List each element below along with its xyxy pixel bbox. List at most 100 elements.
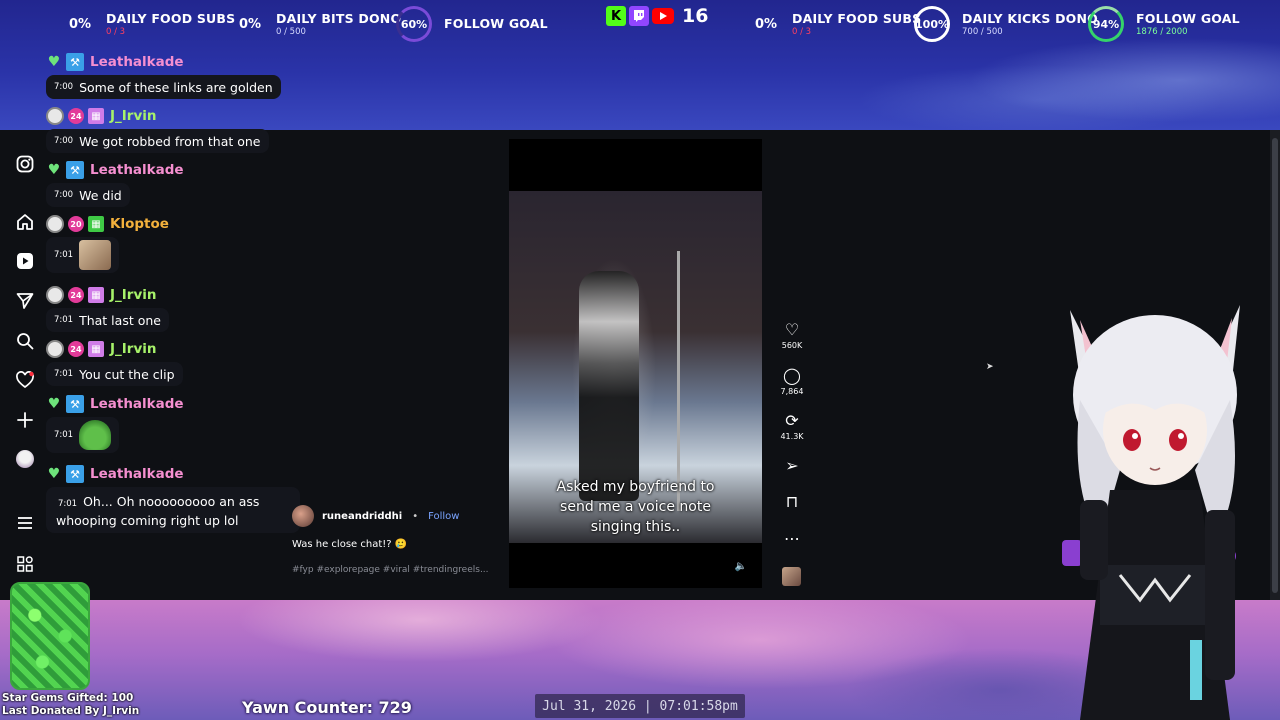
chat-bubble: 7:01 Oh... Oh nooooooooo an ass whooping … bbox=[46, 487, 300, 533]
goal-follow-right: 94% FOLLOW GOAL 1876 / 2000 bbox=[1088, 6, 1240, 42]
heart-badge-icon: ♥ bbox=[47, 54, 61, 70]
chat-username: Kloptoe bbox=[110, 216, 169, 232]
goal-ring: 94% bbox=[1088, 6, 1124, 42]
repost-button[interactable]: ⟳ 41.3K bbox=[776, 411, 808, 441]
heart-badge-icon: ♥ bbox=[47, 396, 61, 412]
chat-bubble: 7:01 bbox=[46, 237, 120, 273]
chat-text: That last one bbox=[79, 312, 161, 328]
chat-bubble: 7:00 We got robbed from that one bbox=[46, 129, 269, 153]
chat-message: 24 ▦ J_Irvin 7:00 We got robbed from tha… bbox=[46, 107, 269, 153]
chat-bubble: 7:00 Some of these links are golden bbox=[46, 75, 281, 99]
like-count: 560K bbox=[781, 341, 803, 350]
chat-username: J_Irvin bbox=[110, 108, 157, 124]
goal-progress: 0 / 3 bbox=[792, 27, 812, 37]
author-avatar[interactable] bbox=[292, 505, 314, 527]
post-author: runeandriddhi • Follow bbox=[292, 505, 459, 527]
pepe-emote-icon bbox=[79, 420, 112, 450]
twitch-glyph bbox=[634, 10, 644, 22]
heart-icon[interactable] bbox=[14, 369, 36, 391]
reel-video-frame[interactable]: Asked my boyfriend to send me a voice no… bbox=[509, 191, 762, 543]
goal-percent: 0% bbox=[754, 16, 778, 32]
viewer-count: 16 bbox=[682, 5, 709, 27]
chat-username: Leathalkade bbox=[90, 162, 184, 178]
menu-icon[interactable] bbox=[14, 512, 36, 534]
goal-daily-bits-dono: 0% DAILY BITS DONO 0 / 500 bbox=[230, 6, 401, 42]
goal-daily-kicks-dono: 100% DAILY KICKS DONO 700 / 500 bbox=[914, 6, 1098, 42]
mouse-cursor-icon: ➤ bbox=[986, 362, 994, 372]
goal-ring: 100% bbox=[914, 6, 950, 42]
subscriber-badge-icon: 24 bbox=[68, 341, 84, 357]
comment-button[interactable]: ◯ 7,864 bbox=[776, 366, 808, 396]
hammer-badge-icon: ⚒ bbox=[66, 395, 84, 413]
sub-months: 24 bbox=[70, 290, 82, 300]
send-icon[interactable] bbox=[14, 290, 36, 312]
goal-percent: 0% bbox=[238, 16, 262, 32]
follow-button[interactable]: Follow bbox=[428, 511, 459, 522]
last-donated-text: Last Donated By J_Irvin bbox=[2, 705, 140, 717]
plus-icon[interactable] bbox=[14, 409, 36, 431]
date-time-clock: Jul 31, 2026 | 07:01:58pm bbox=[535, 694, 745, 718]
youtube-play-glyph bbox=[660, 12, 667, 20]
chat-bubble: 7:01 That last one bbox=[46, 308, 169, 332]
spiral-badge-icon bbox=[46, 286, 64, 304]
goal-ring: 60% bbox=[396, 6, 432, 42]
profile-icon[interactable] bbox=[14, 448, 36, 470]
audio-thumbnail[interactable] bbox=[782, 567, 801, 586]
hammer-badge-icon: ⚒ bbox=[66, 53, 84, 71]
gift-badge-icon: ▦ bbox=[88, 341, 104, 357]
chat-username: J_Irvin bbox=[110, 287, 157, 303]
save-button[interactable]: ⊓ bbox=[776, 492, 808, 512]
chat-timestamp: 7:01 bbox=[54, 250, 74, 260]
kick-icon: K bbox=[606, 6, 626, 26]
chat-timestamp: 7:00 bbox=[54, 136, 74, 146]
more-icon: ⋯ bbox=[784, 529, 800, 548]
gift-badge-icon: ▦ bbox=[88, 287, 104, 303]
goal-title: DAILY BITS DONO bbox=[276, 11, 402, 26]
star-gem-jar bbox=[10, 582, 90, 690]
post-hashtags[interactable]: #fyp #explorepage #viral #trendingreels.… bbox=[292, 565, 489, 575]
goal-follow-left: 60% FOLLOW GOAL bbox=[396, 6, 548, 42]
author-name[interactable]: runeandriddhi bbox=[322, 511, 402, 522]
goal-progress: 0 / 500 bbox=[276, 27, 306, 37]
gems-gifted-text: Star Gems Gifted: 100 bbox=[2, 692, 134, 704]
subscriber-badge-icon: 20 bbox=[68, 216, 84, 232]
chat-text: We did bbox=[79, 187, 122, 203]
instagram-icon[interactable] bbox=[14, 153, 36, 175]
heart-badge-icon: ♥ bbox=[47, 162, 61, 178]
gift-badge-icon: ▦ bbox=[88, 108, 104, 124]
goal-title: FOLLOW GOAL bbox=[444, 16, 548, 31]
chat-message: ♥ ⚒ Leathalkade 7:00 We did bbox=[46, 161, 184, 207]
more-options-button[interactable]: ⋯ bbox=[776, 529, 808, 549]
yawn-counter: Yawn Counter: 729 bbox=[242, 698, 412, 717]
share-button[interactable]: ➢ bbox=[776, 456, 808, 476]
goal-title: DAILY FOOD SUBS bbox=[792, 11, 922, 26]
chat-username: J_Irvin bbox=[110, 341, 157, 357]
repost-icon: ⟳ bbox=[785, 411, 799, 430]
chat-username: Leathalkade bbox=[90, 54, 184, 70]
hammer-badge-icon: ⚒ bbox=[66, 465, 84, 483]
chat-timestamp: 7:00 bbox=[54, 82, 74, 92]
profile-avatar bbox=[16, 450, 34, 468]
goal-percent: 0% bbox=[68, 16, 92, 32]
home-icon[interactable] bbox=[14, 211, 36, 233]
reel-video-player[interactable]: Asked my boyfriend to send me a voice no… bbox=[509, 139, 762, 588]
repost-count: 41.3K bbox=[780, 432, 804, 441]
clock-text: Jul 31, 2026 | 07:01:58pm bbox=[542, 698, 738, 714]
chat-username: Leathalkade bbox=[90, 466, 184, 482]
mute-icon[interactable]: 🔈 bbox=[733, 558, 749, 574]
goal-percent: 60% bbox=[400, 17, 428, 31]
comment-icon: ◯ bbox=[783, 366, 801, 385]
apps-icon[interactable] bbox=[14, 553, 36, 575]
sub-months: 24 bbox=[70, 111, 82, 121]
chat-message: 24 ▦ J_Irvin 7:01 That last one bbox=[46, 286, 169, 332]
chat-timestamp: 7:01 bbox=[54, 430, 74, 440]
search-icon[interactable] bbox=[14, 330, 36, 352]
like-button[interactable]: ♡ 560K bbox=[776, 320, 808, 350]
reels-icon[interactable] bbox=[14, 250, 36, 272]
goal-progress: 1876 / 2000 bbox=[1136, 27, 1188, 37]
chat-timestamp: 7:01 bbox=[54, 315, 74, 325]
goal-title: DAILY FOOD SUBS bbox=[106, 11, 236, 26]
chat-message: 24 ▦ J_Irvin 7:01 You cut the clip bbox=[46, 340, 183, 386]
chat-message: ♥ ⚒ Leathalkade 7:00 Some of these links… bbox=[46, 53, 281, 99]
subscriber-badge-icon: 24 bbox=[68, 287, 84, 303]
